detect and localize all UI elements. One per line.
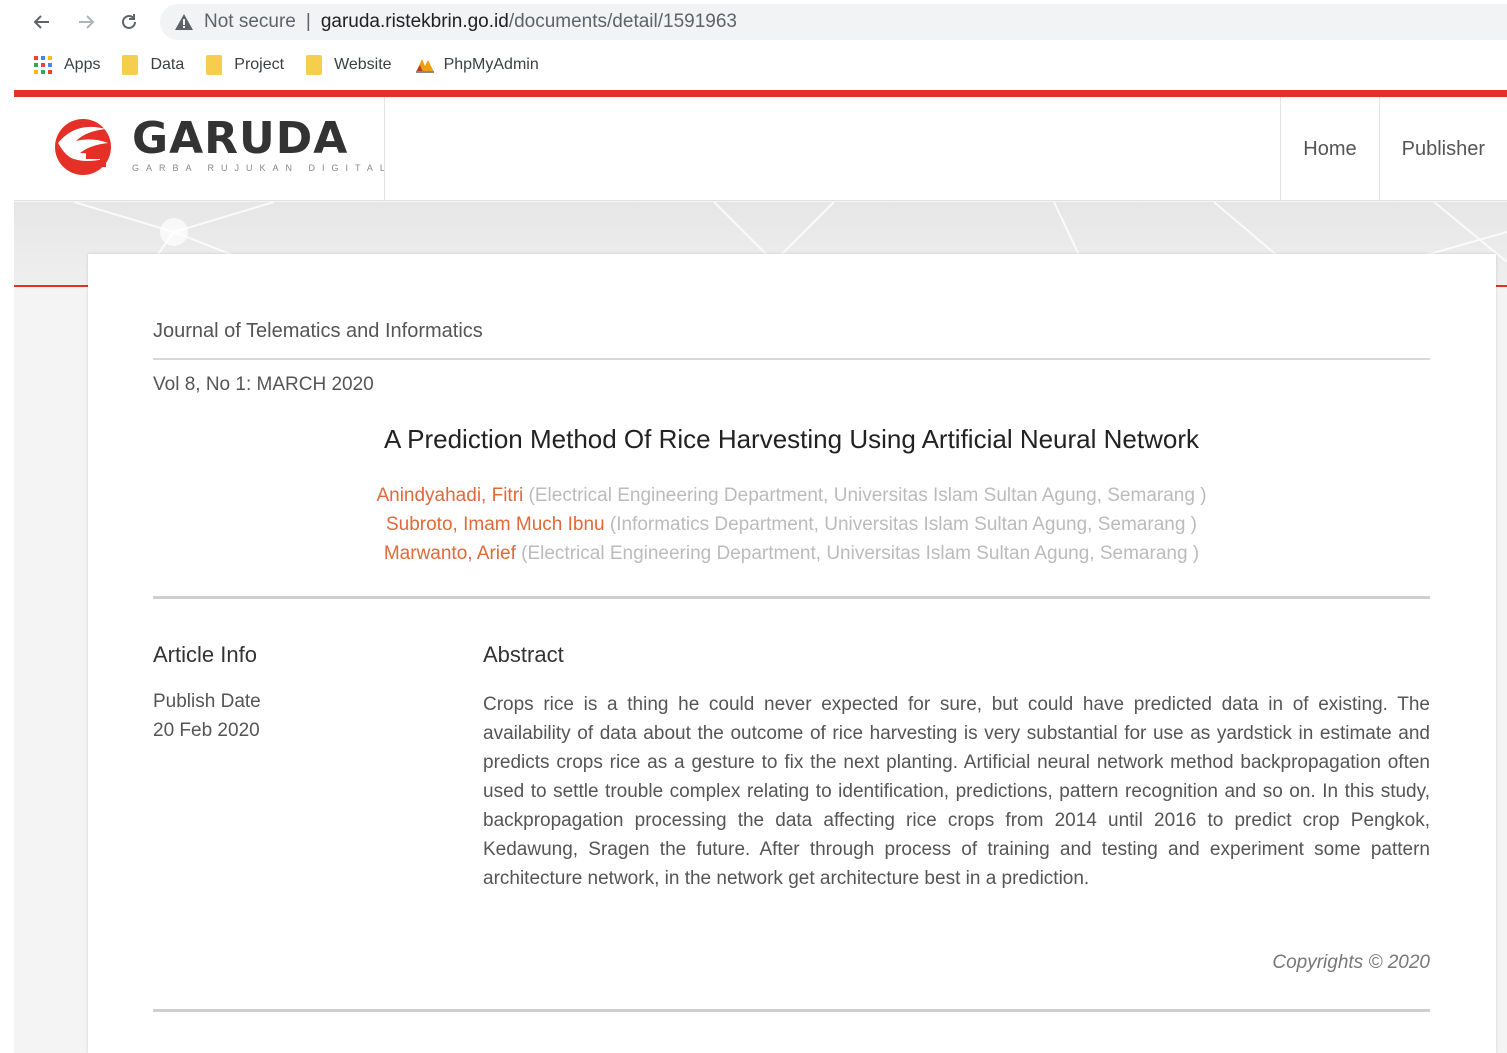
brand-tagline: GARBA RUJUKAN DIGITAL bbox=[132, 163, 392, 173]
bookmark-apps[interactable]: Apps bbox=[34, 56, 100, 74]
url-path[interactable]: /documents/detail/1591963 bbox=[509, 11, 737, 33]
author-name[interactable]: Anindyahadi, Fitri bbox=[376, 485, 523, 506]
bookmark-label: Data bbox=[150, 56, 185, 73]
header-divider bbox=[384, 97, 385, 201]
url-host[interactable]: garuda.ristekbrin.go.id bbox=[321, 11, 509, 33]
garuda-logo[interactable]: GARUDA GARBA RUJUKAN DIGITAL bbox=[46, 113, 392, 177]
folder-icon bbox=[122, 55, 139, 75]
publish-date-label: Publish Date bbox=[153, 691, 261, 712]
apps-grid-icon bbox=[34, 56, 52, 74]
top-nav: Home Publisher bbox=[1280, 97, 1507, 201]
site-header: GARUDA GARBA RUJUKAN DIGITAL Home Publis… bbox=[14, 97, 1507, 201]
author-affiliation: (Informatics Department, Universitas Isl… bbox=[609, 514, 1198, 535]
divider bbox=[153, 1009, 1430, 1012]
bookmark-project[interactable]: Project bbox=[206, 55, 284, 75]
author-name[interactable]: Subroto, Imam Much Ibnu bbox=[386, 514, 605, 535]
bookmark-label: Apps bbox=[64, 56, 101, 73]
folder-icon bbox=[206, 55, 223, 75]
divider bbox=[153, 358, 1430, 360]
nav-home[interactable]: Home bbox=[1280, 97, 1378, 201]
author-list: Anindyahadi, Fitri (Electrical Engineeri… bbox=[153, 481, 1430, 568]
journal-name[interactable]: Journal of Telematics and Informatics bbox=[153, 320, 1430, 343]
bookmark-label: Website bbox=[334, 56, 392, 73]
abstract-heading: Abstract bbox=[483, 642, 564, 667]
reload-icon[interactable] bbox=[115, 8, 143, 36]
author-affiliation: (Electrical Engineering Department, Univ… bbox=[521, 543, 1200, 564]
browser-toolbar: Not secure | garuda.ristekbrin.go.id/doc… bbox=[0, 0, 1507, 44]
copyright-notice: Copyrights © 2020 bbox=[1272, 952, 1430, 973]
bookmark-label: Project bbox=[234, 56, 285, 73]
author-row: Subroto, Imam Much Ibnu (Informatics Dep… bbox=[153, 510, 1430, 539]
back-arrow-icon[interactable] bbox=[28, 8, 56, 36]
bookmark-data[interactable]: Data bbox=[122, 55, 184, 75]
address-bar[interactable]: Not secure | garuda.ristekbrin.go.id/doc… bbox=[160, 4, 1507, 40]
brand-name: GARUDA bbox=[132, 113, 349, 164]
article-info-heading: Article Info bbox=[153, 642, 257, 667]
author-name[interactable]: Marwanto, Arief bbox=[384, 543, 516, 564]
author-affiliation: (Electrical Engineering Department, Univ… bbox=[528, 485, 1207, 506]
abstract-text: Crops rice is a thing he could never exp… bbox=[483, 694, 1430, 889]
bookmarks-bar: Apps Data Project Website PhpMyAdmin bbox=[0, 46, 1507, 84]
author-row: Marwanto, Arief (Electrical Engineering … bbox=[153, 539, 1430, 568]
address-separator: | bbox=[305, 11, 311, 32]
phpmyadmin-icon bbox=[414, 56, 434, 74]
article-card: Journal of Telematics and Informatics Vo… bbox=[88, 254, 1496, 1053]
article-title: A Prediction Method Of Rice Harvesting U… bbox=[384, 424, 1199, 454]
security-label[interactable]: Not secure bbox=[204, 11, 296, 33]
publish-date-value: 20 Feb 2020 bbox=[153, 720, 260, 741]
forward-arrow-icon[interactable] bbox=[72, 8, 100, 36]
top-accent-bar bbox=[14, 90, 1507, 97]
volume-issue[interactable]: Vol 8, No 1: MARCH 2020 bbox=[153, 374, 1430, 396]
bookmark-label: PhpMyAdmin bbox=[443, 56, 539, 73]
garuda-bird-icon bbox=[55, 119, 111, 175]
bookmark-website[interactable]: Website bbox=[306, 55, 392, 75]
warning-triangle-icon bbox=[174, 12, 194, 32]
author-row: Anindyahadi, Fitri (Electrical Engineeri… bbox=[153, 481, 1430, 510]
folder-icon bbox=[306, 55, 323, 75]
nav-publisher[interactable]: Publisher bbox=[1378, 97, 1507, 201]
divider bbox=[153, 596, 1430, 599]
bookmark-phpmyadmin[interactable]: PhpMyAdmin bbox=[414, 56, 539, 74]
